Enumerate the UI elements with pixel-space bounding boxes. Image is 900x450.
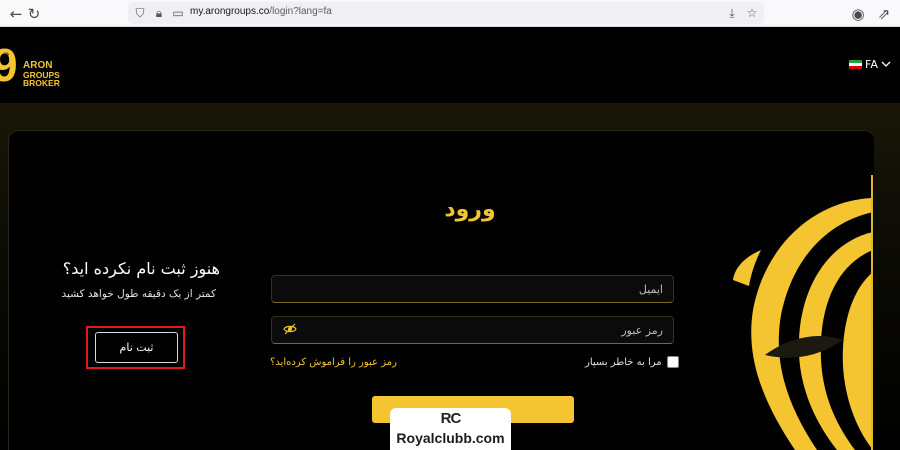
login-title: ورود xyxy=(444,197,496,222)
forgot-password-link[interactable]: رمز عبور را فراموش کرده‌اید؟ xyxy=(270,357,397,368)
decorative-leaf-art xyxy=(733,198,873,450)
url-path: /login?lang=fa xyxy=(269,6,332,17)
logo-wordmark: ARON GROUPS BROKER xyxy=(23,61,60,88)
language-selector[interactable]: FA xyxy=(849,57,891,71)
watermark-mark: RC xyxy=(440,410,462,427)
royalclubb-watermark: RC Royalclubb.com xyxy=(390,408,511,450)
register-subtitle: کمتر از یک دقیقه طول خواهد کشید xyxy=(61,288,216,300)
remember-checkbox[interactable] xyxy=(666,356,679,368)
url-host: my.arongroups.co xyxy=(190,6,270,17)
remember-me[interactable]: مرا به خاطر بسپار xyxy=(585,356,679,368)
download-icon[interactable]: ⤓ xyxy=(724,4,740,22)
eye-icon[interactable] xyxy=(283,322,297,336)
shield-icon[interactable]: ⛉ xyxy=(132,4,148,22)
remember-label: مرا به خاطر بسپار xyxy=(585,356,662,368)
aron-groups-logo[interactable]: 9 ♛ ARON GROUPS BROKER xyxy=(0,39,70,91)
register-heading: هنوز ثبت نام نکرده اید؟ xyxy=(62,259,220,278)
card-accent-border xyxy=(871,175,873,450)
browser-toolbar: ← ↻ ⛉ 🔒︎ ▭ my.arongroups.co/login?lang=f… xyxy=(0,0,900,27)
extensions-icon[interactable]: ⇗ xyxy=(874,4,894,24)
register-button[interactable]: ثبت نام xyxy=(95,332,178,363)
reload-icon[interactable]: ↻ xyxy=(24,4,44,24)
iran-flag-icon xyxy=(849,59,862,69)
language-code: FA xyxy=(865,57,878,71)
chevron-down-icon xyxy=(881,61,891,67)
email-input[interactable] xyxy=(271,275,674,303)
lock-icon[interactable]: 🔒︎ xyxy=(151,4,167,22)
password-input[interactable] xyxy=(271,316,674,344)
back-icon[interactable]: ← xyxy=(6,4,26,24)
address-bar[interactable]: ⛉ 🔒︎ ▭ my.arongroups.co/login?lang=fa ⤓ … xyxy=(128,2,764,24)
logo-mark: 9 xyxy=(0,39,18,91)
star-icon[interactable]: ☆ xyxy=(744,4,760,22)
page-icon[interactable]: ▭ xyxy=(170,4,186,22)
account-icon[interactable]: ◉ xyxy=(848,4,868,24)
logo-line-3: BROKER xyxy=(23,78,60,88)
crown-icon: ♛ xyxy=(2,52,11,62)
url-text[interactable]: my.arongroups.co/login?lang=fa xyxy=(190,6,332,17)
watermark-text: Royalclubb.com xyxy=(396,430,505,446)
